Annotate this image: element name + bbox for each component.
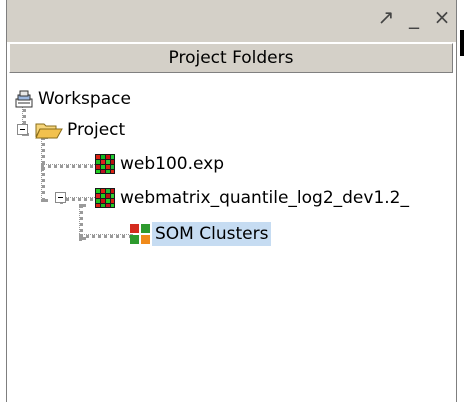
tree-label-workspace: Workspace — [38, 89, 131, 109]
tree-line — [79, 234, 133, 238]
panel-title: Project Folders — [168, 48, 294, 68]
tree-label-som-clusters: SOM Clusters — [152, 222, 272, 246]
adjacent-panel-marker — [460, 30, 464, 56]
project-folders-panel: ↗ _ × Project Folders Workspace Project … — [6, 0, 457, 402]
open-folder-icon — [35, 123, 63, 139]
tree-node-workspace[interactable]: Workspace — [13, 86, 134, 112]
collapse-webmatrix-toggle[interactable] — [55, 192, 66, 203]
tree-node-project[interactable]: Project — [34, 117, 128, 143]
tree-line — [41, 136, 45, 202]
workspace-icon — [15, 90, 33, 108]
tree-item-label: webmatrix_quantile_log2_dev1.2_ — [120, 188, 409, 208]
project-tree[interactable]: Workspace Project web100.exp webmatrix_q… — [7, 76, 456, 402]
tree-node-som-clusters[interactable]: SOM Clusters — [128, 221, 272, 247]
heatmap-icon — [95, 154, 115, 174]
collapse-project-toggle[interactable] — [17, 124, 28, 135]
close-icon[interactable]: × — [432, 4, 452, 30]
tree-line — [41, 164, 99, 168]
tree-node-web100[interactable]: web100.exp — [93, 151, 227, 177]
panel-titlebar: ↗ _ × — [7, 0, 456, 42]
float-icon[interactable]: ↗ — [376, 4, 396, 30]
adjacent-panel-edge — [457, 0, 468, 402]
window-controls: ↗ _ × — [376, 4, 452, 30]
tree-item-label: web100.exp — [120, 154, 225, 174]
panel-header[interactable]: Project Folders — [9, 43, 453, 73]
tree-label-project: Project — [67, 120, 126, 140]
heatmap-icon — [95, 188, 115, 208]
som-clusters-icon — [130, 224, 150, 244]
minimize-icon[interactable]: _ — [404, 4, 424, 30]
tree-node-webmatrix[interactable]: webmatrix_quantile_log2_dev1.2_ — [93, 185, 456, 211]
